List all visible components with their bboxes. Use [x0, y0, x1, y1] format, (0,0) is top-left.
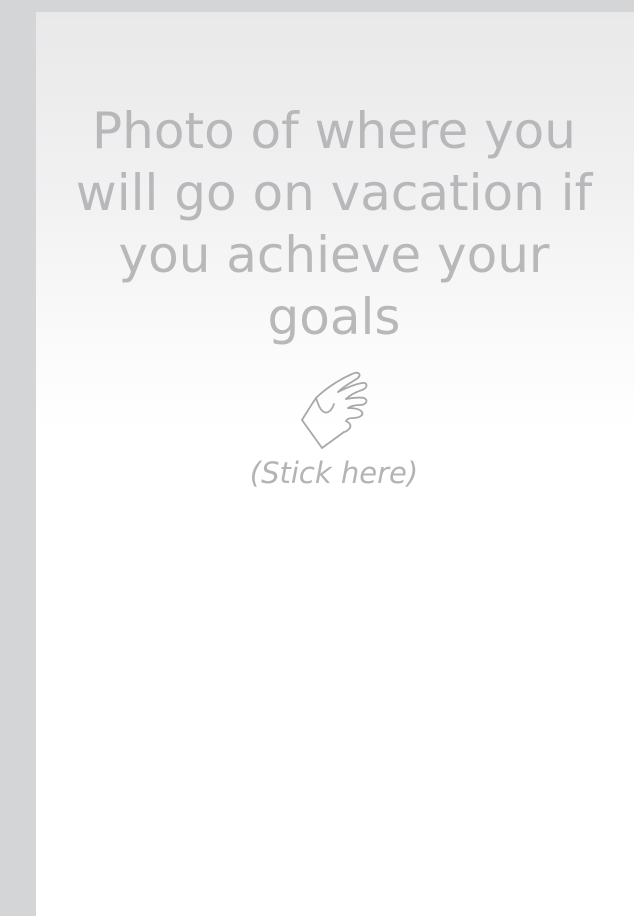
- photo-card: Photo of where you will go on vacation i…: [36, 12, 634, 916]
- photo-placeholder: Photo of where you will go on vacation i…: [36, 100, 632, 490]
- stick-here-hint: (Stick here): [249, 456, 419, 490]
- pointing-hand-icon: [301, 371, 368, 449]
- placeholder-title: Photo of where you will go on vacation i…: [75, 102, 593, 346]
